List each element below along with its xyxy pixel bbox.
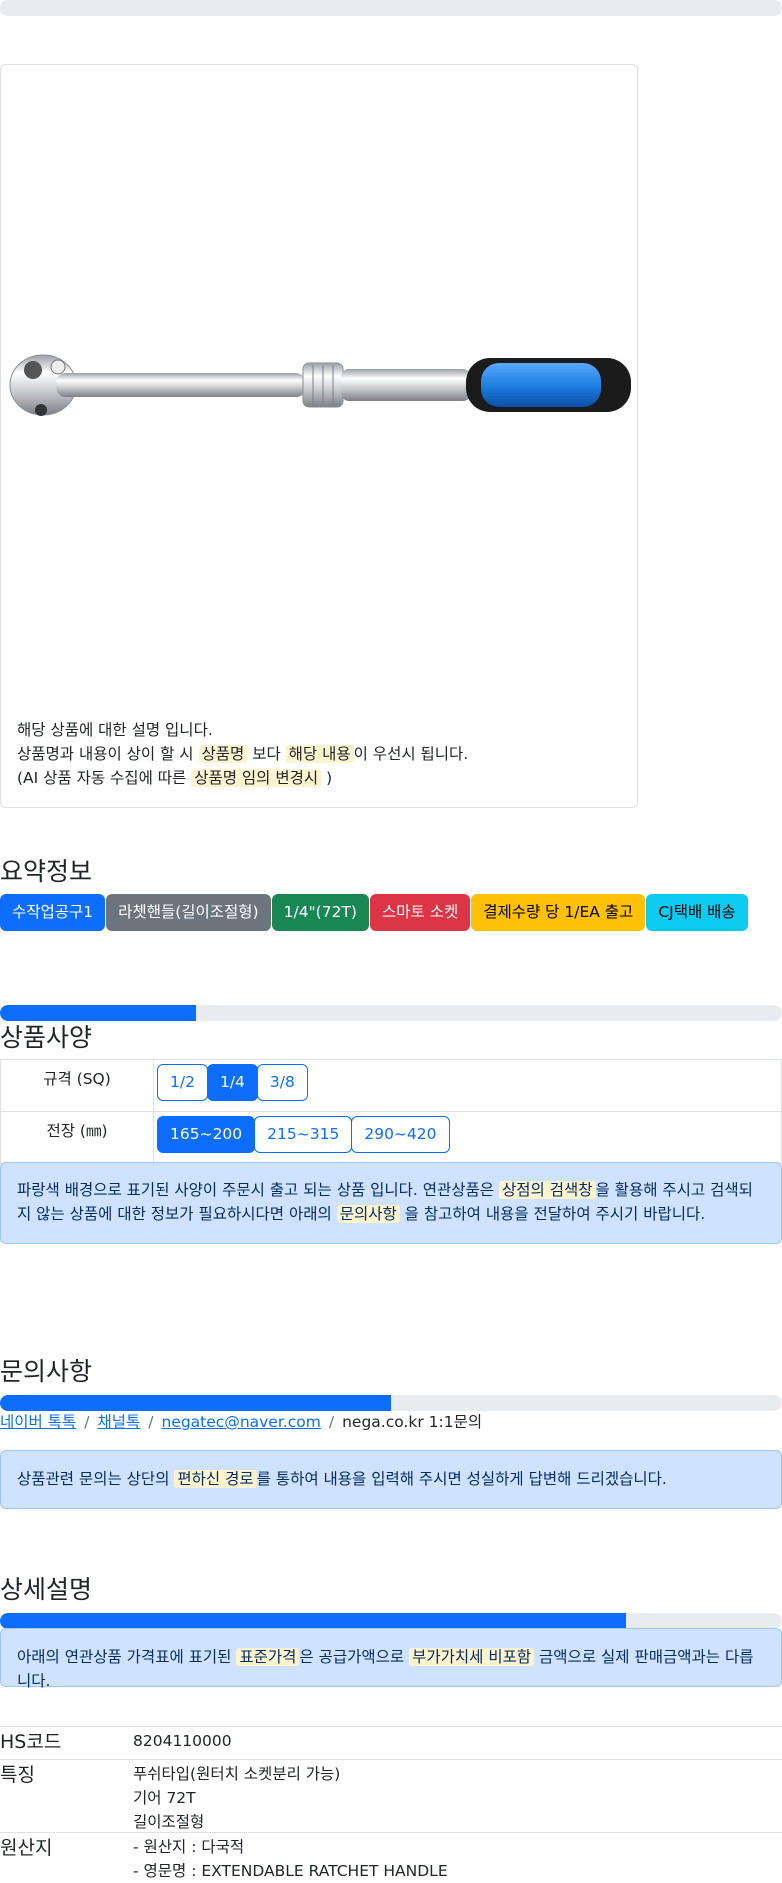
info-value-features: 푸쉬타입(원터치 소켓분리 가능) 기어 72T 길이조절형	[133, 1762, 340, 1834]
spec-row-sq: 규격 (SQ) 1/2 1/4 3/8	[0, 1059, 782, 1112]
highlight-search: 상점의 검색창	[499, 1181, 596, 1199]
detail-title: 상세설명	[0, 1575, 93, 1604]
spec-label-sq: 규격 (SQ)	[0, 1059, 154, 1112]
inquiry-progress	[0, 1395, 782, 1411]
product-description: 해당 상품에 대한 설명 입니다. 상품명과 내용이 상이 할 시 상품명 보다…	[17, 718, 468, 790]
text: 은 공급가액으로	[299, 1648, 410, 1666]
inquiry-progress-fill	[0, 1395, 391, 1411]
description-line-3: (AI 상품 자동 수집에 따른 상품명 임의 변경시 )	[17, 766, 468, 790]
value-line: - 원산지 : 다국적	[133, 1838, 245, 1856]
highlight-content: 해당 내용	[285, 745, 354, 763]
highlight-product-name: 상품명	[198, 745, 248, 763]
option-sq-1-4[interactable]: 1/4	[206, 1064, 258, 1101]
highlight-name-change: 상품명 임의 변경시	[191, 769, 322, 787]
email-link[interactable]: negatec@naver.com	[161, 1413, 320, 1431]
info-key-features: 특징	[0, 1764, 35, 1786]
value-line: 기어 72T	[133, 1789, 196, 1807]
badge-quantity: 결제수량 당 1/EA 출고	[471, 894, 646, 931]
description-line-1: 해당 상품에 대한 설명 입니다.	[17, 721, 213, 739]
text: (AI 상품 자동 수집에 따른	[17, 769, 192, 787]
spec-title: 상품사양	[0, 1023, 93, 1052]
info-row-hs-code: HS코드 8204110000	[0, 1726, 782, 1760]
highlight-standard-price: 표준가격	[236, 1648, 300, 1666]
badge-brand: 스마토 소켓	[369, 894, 471, 931]
info-value-origin: - 원산지 : 다국적 - 영문명 : EXTENDABLE RATCHET H…	[133, 1835, 448, 1883]
product-image	[1, 65, 637, 705]
product-card: 해당 상품에 대한 설명 입니다. 상품명과 내용이 상이 할 시 상품명 보다…	[0, 64, 638, 808]
spec-table: 규격 (SQ) 1/2 1/4 3/8 전장 (㎜) 165~200 215~315 2…	[0, 1059, 782, 1164]
info-value-hs-code: 8204110000	[133, 1729, 232, 1753]
info-key-hs-code: HS코드	[0, 1731, 62, 1753]
spec-options-sq: 1/2 1/4 3/8	[153, 1059, 782, 1112]
highlight-inquiry: 문의사항	[336, 1205, 400, 1223]
text: 을 참고하여 내용을 전달하여 주시기 바랍니다.	[399, 1205, 706, 1223]
spec-progress	[0, 1005, 782, 1021]
text: 파랑색 배경으로 표기된 사양이 주문시 출고 되는 상품 입니다. 연관상품은	[17, 1181, 499, 1199]
value-line: 길이조절형	[133, 1813, 205, 1831]
naver-talk-link[interactable]: 네이버 톡톡	[0, 1413, 76, 1431]
top-progress-track	[0, 0, 782, 16]
text: 이 우선시 됩니다.	[353, 745, 469, 763]
option-sq-3-8[interactable]: 3/8	[256, 1064, 308, 1101]
info-row-features: 특징 푸쉬타입(원터치 소켓분리 가능) 기어 72T 길이조절형	[0, 1759, 782, 1833]
value-line: - 영문명 : EXTENDABLE RATCHET HANDLE	[133, 1862, 448, 1880]
text: )	[321, 769, 333, 787]
separator: /	[328, 1413, 335, 1431]
highlight-vat: 부가가치세 비포함	[409, 1648, 535, 1666]
separator: /	[84, 1413, 90, 1431]
option-length-215-315[interactable]: 215~315	[254, 1116, 353, 1153]
badge-size: 1/4"(72T)	[271, 894, 369, 931]
text: 보다	[247, 745, 286, 763]
spec-options-length: 165~200 215~315 290~420	[153, 1111, 782, 1164]
spec-label-length: 전장 (㎜)	[0, 1111, 154, 1164]
option-sq-1-2[interactable]: 1/2	[157, 1064, 208, 1101]
value-line: 8204110000	[133, 1732, 232, 1750]
site-inquiry: nega.co.kr 1:1문의	[342, 1413, 483, 1431]
text: 아래의 연관상품 가격표에 표기된	[17, 1648, 237, 1666]
badge-shipping: CJ택배 배송	[646, 894, 748, 931]
description-line-2: 상품명과 내용이 상이 할 시 상품명 보다 해당 내용 이 우선시 됩니다.	[17, 742, 468, 766]
channel-talk-link[interactable]: 채널톡	[97, 1413, 140, 1431]
summary-title: 요약정보	[0, 857, 93, 886]
contact-links: 네이버 톡톡 / 채널톡 / negatec@naver.com / nega.co.kr …	[0, 1410, 482, 1434]
inquiry-notice: 상품관련 문의는 상단의 편하신 경로 를 통하여 내용을 입력해 주시면 성실하…	[0, 1450, 782, 1509]
option-length-165-200[interactable]: 165~200	[157, 1116, 256, 1153]
page: 해당 상품에 대한 설명 입니다. 상품명과 내용이 상이 할 시 상품명 보다…	[0, 0, 782, 1881]
summary-badges: 수작업공구1 라쳇핸들(길이조절형) 1/4"(72T) 스마토 소켓 결제수량…	[0, 894, 749, 931]
text: 상품관련 문의는 상단의	[17, 1470, 175, 1488]
spec-notice: 파랑색 배경으로 표기된 사양이 주문시 출고 되는 상품 입니다. 연관상품은…	[0, 1162, 782, 1244]
badge-product-type: 라쳇핸들(길이조절형)	[106, 894, 271, 931]
detail-progress-fill	[0, 1613, 626, 1629]
text: 를 통하여 내용을 입력해 주시면 성실하게 답변해 드리겠습니다.	[256, 1470, 667, 1488]
detail-notice: 아래의 연관상품 가격표에 표기된 표준가격 은 공급가액으로 부가가치세 비포함…	[0, 1628, 782, 1690]
info-key-origin: 원산지	[0, 1837, 53, 1859]
separator: /	[148, 1413, 154, 1431]
text: 상품명과 내용이 상이 할 시	[17, 745, 199, 763]
ratchet-handle-image	[9, 354, 631, 416]
highlight-route: 편하신 경로	[174, 1470, 257, 1488]
option-length-290-420[interactable]: 290~420	[351, 1116, 450, 1153]
inquiry-title: 문의사항	[0, 1357, 93, 1386]
detail-progress	[0, 1613, 782, 1629]
value-line: 푸쉬타입(원터치 소켓분리 가능)	[133, 1765, 341, 1783]
info-row-origin: 원산지 - 원산지 : 다국적 - 영문명 : EXTENDABLE RATCH…	[0, 1832, 782, 1882]
badge-category: 수작업공구1	[0, 894, 106, 931]
spec-row-length: 전장 (㎜) 165~200 215~315 290~420	[0, 1111, 782, 1164]
